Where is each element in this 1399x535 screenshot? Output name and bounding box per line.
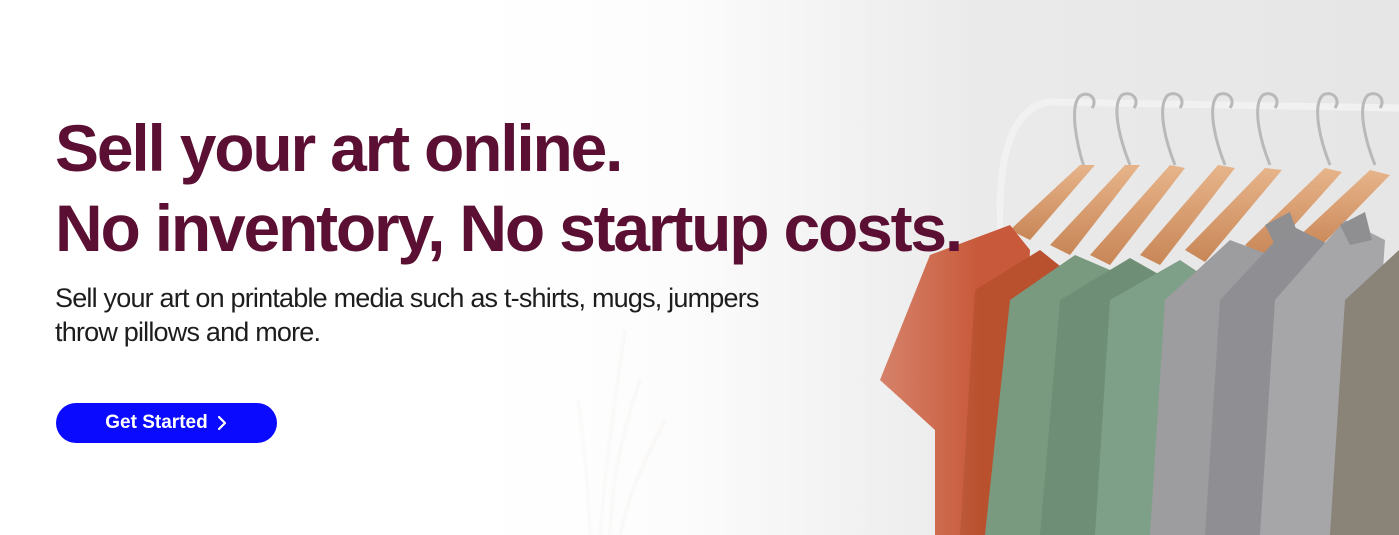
get-started-label: Get Started [105, 412, 208, 433]
chevron-right-icon [216, 415, 228, 431]
hero-headline: Sell your art online. No inventory, No s… [55, 108, 963, 268]
subheading-line-2: throw pillows and more. [55, 317, 321, 347]
subheading-line-1: Sell your art on printable media such as… [55, 283, 759, 313]
hero-banner: Sell your art online. No inventory, No s… [0, 0, 1399, 535]
get-started-button[interactable]: Get Started [56, 403, 277, 443]
headline-line-1: Sell your art online. [55, 111, 623, 185]
headline-line-2: No inventory, No startup costs. [55, 191, 963, 265]
hero-subheading: Sell your art on printable media such as… [55, 281, 935, 349]
